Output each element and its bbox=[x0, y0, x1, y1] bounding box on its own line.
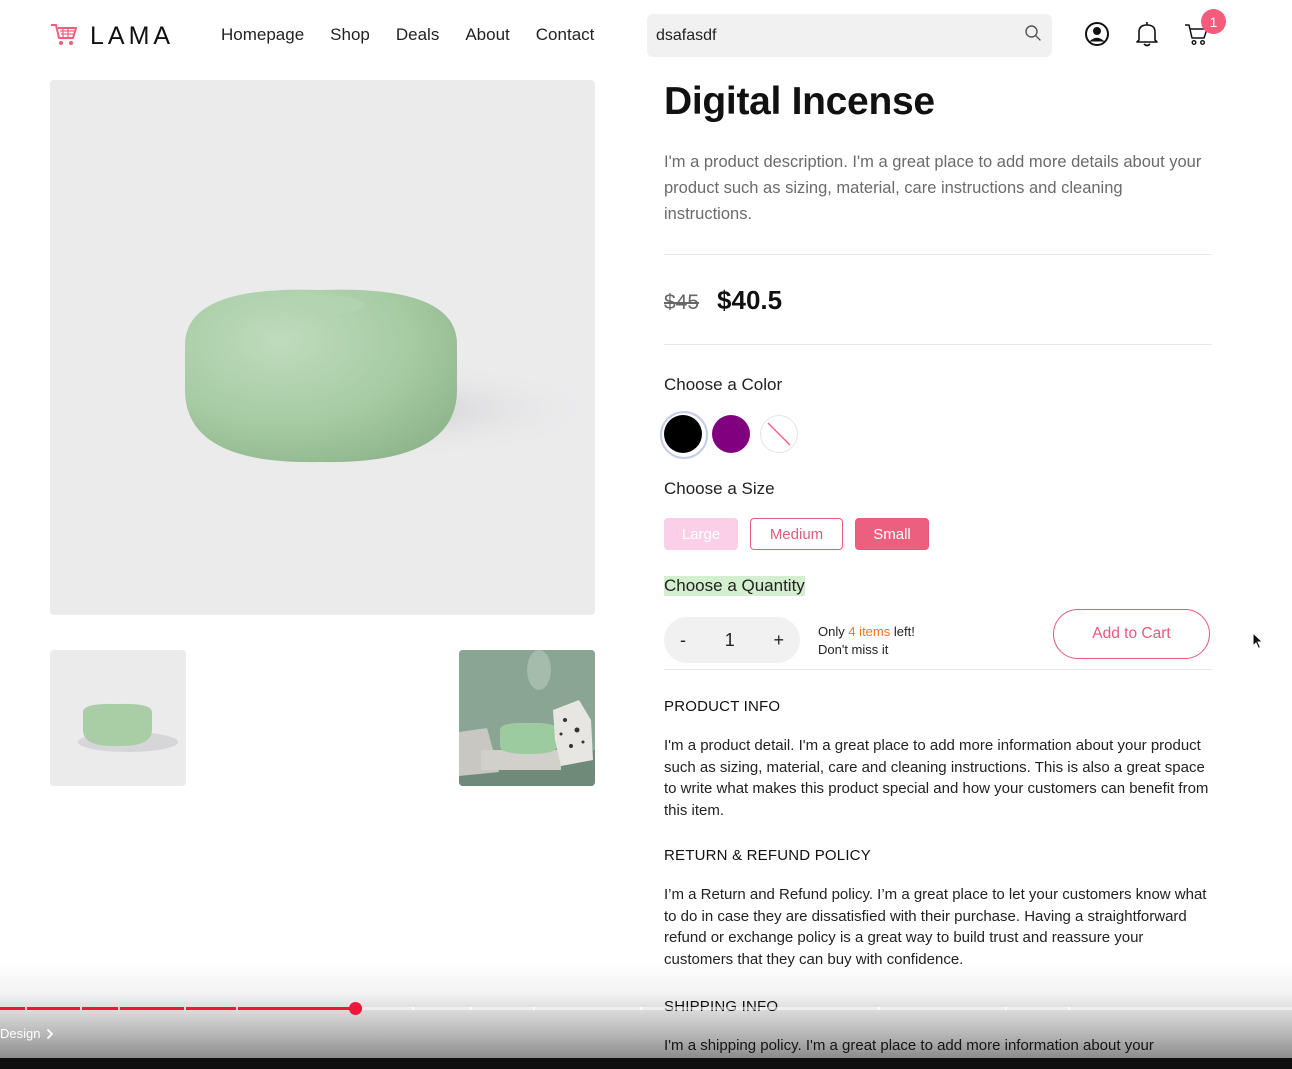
chapter-marker bbox=[80, 1007, 82, 1010]
section-title: RETURN & REFUND POLICY bbox=[664, 847, 871, 864]
header-icons: 1 bbox=[1084, 9, 1226, 53]
color-swatch-purple[interactable] bbox=[712, 415, 750, 453]
current-price: $40.5 bbox=[717, 285, 783, 315]
notification-bell-icon[interactable] bbox=[1134, 20, 1160, 53]
product-title: Digital Incense bbox=[664, 80, 935, 123]
quantity-value: 1 bbox=[724, 629, 735, 650]
product-description: I'm a product description. I'm a great p… bbox=[664, 153, 1202, 223]
price-row: $45 $40.5 bbox=[664, 285, 1212, 316]
nav-shop[interactable]: Shop bbox=[330, 25, 370, 45]
product-details: Digital Incense I'm a product descriptio… bbox=[660, 78, 1212, 1057]
stock-prefix: Only bbox=[818, 624, 849, 639]
stock-urgency-text: Don't miss it bbox=[818, 642, 889, 657]
top-navbar: LAMA Homepage Shop Deals About Contact d… bbox=[0, 0, 1292, 72]
main-nav: Homepage Shop Deals About Contact bbox=[221, 25, 594, 45]
stock-count: 4 items bbox=[848, 624, 891, 639]
chapter-marker bbox=[760, 1007, 762, 1010]
chapter-marker bbox=[412, 1007, 414, 1010]
section-body: I’m a Return and Refund policy. I’m a gr… bbox=[664, 886, 1207, 968]
chapter-marker bbox=[118, 1007, 120, 1010]
nav-deals[interactable]: Deals bbox=[396, 25, 439, 45]
chapter-marker bbox=[1068, 1007, 1070, 1010]
cart-logo-icon bbox=[50, 22, 78, 51]
cart-count-badge: 1 bbox=[1201, 9, 1226, 34]
chapter-marker bbox=[640, 1007, 642, 1010]
profile-icon[interactable] bbox=[1084, 21, 1110, 52]
video-progress-fill bbox=[0, 1007, 355, 1010]
size-large-button[interactable]: Large bbox=[664, 518, 738, 550]
quantity-stepper: - 1 + bbox=[664, 617, 800, 663]
product-thumbnail-1[interactable] bbox=[50, 650, 186, 786]
brand-name: LAMA bbox=[90, 22, 175, 50]
nav-contact[interactable]: Contact bbox=[536, 25, 595, 45]
chapter-marker bbox=[878, 1007, 880, 1010]
section-body: I'm a product detail. I'm a great place … bbox=[664, 737, 1209, 819]
product-main-image[interactable] bbox=[50, 80, 595, 615]
search-bar bbox=[647, 14, 1052, 57]
chapter-marker bbox=[470, 1007, 472, 1010]
decrease-quantity-button[interactable]: - bbox=[680, 630, 686, 651]
quantity-row: - 1 + Only 4 items left! Don't miss it A… bbox=[664, 609, 1212, 669]
nav-about[interactable]: About bbox=[465, 25, 509, 45]
video-scrubber-handle[interactable] bbox=[349, 1002, 362, 1015]
unavailable-slash-icon bbox=[767, 422, 791, 446]
nav-homepage[interactable]: Homepage bbox=[221, 25, 304, 45]
video-chapter-title[interactable]: Design bbox=[0, 1026, 54, 1041]
logo[interactable]: LAMA bbox=[50, 22, 174, 51]
chapter-marker bbox=[236, 1007, 238, 1010]
section-body: I'm a shipping policy. I'm a great place… bbox=[664, 1037, 1154, 1054]
color-label: Choose a Color bbox=[664, 375, 783, 394]
size-label: Choose a Size bbox=[664, 479, 775, 498]
divider bbox=[664, 344, 1212, 345]
size-medium-button[interactable]: Medium bbox=[750, 518, 843, 550]
color-options bbox=[660, 411, 1212, 459]
chapter-marker bbox=[184, 1007, 186, 1010]
video-progress-bar[interactable] bbox=[0, 1002, 1292, 1015]
size-small-button[interactable]: Small bbox=[855, 518, 929, 550]
mouse-cursor-icon bbox=[1252, 632, 1264, 650]
increase-quantity-button[interactable]: + bbox=[773, 630, 784, 651]
chapter-marker bbox=[533, 1007, 535, 1010]
old-price: $45 bbox=[664, 291, 700, 314]
size-options: Large Medium Small bbox=[664, 518, 1212, 550]
stock-suffix: left! bbox=[890, 624, 915, 639]
divider bbox=[664, 669, 1212, 670]
color-swatch-black[interactable] bbox=[660, 411, 708, 459]
product-thumbnail-2[interactable] bbox=[459, 650, 595, 786]
chapter-marker bbox=[1005, 1007, 1007, 1010]
color-swatch-unavailable[interactable] bbox=[760, 415, 798, 453]
divider bbox=[664, 254, 1212, 255]
cart-button[interactable]: 1 bbox=[1184, 9, 1226, 52]
stock-notice: Only 4 items left! Don't miss it bbox=[818, 623, 915, 659]
quantity-label: Choose a Quantity bbox=[664, 576, 805, 596]
chevron-right-icon bbox=[47, 1028, 54, 1039]
section-title: PRODUCT INFO bbox=[664, 698, 781, 715]
chapter-name: Design bbox=[0, 1026, 41, 1041]
add-to-cart-button[interactable]: Add to Cart bbox=[1053, 609, 1210, 659]
search-input[interactable] bbox=[656, 26, 1024, 45]
video-controls-bar bbox=[0, 1058, 1292, 1069]
chapter-marker bbox=[25, 1007, 27, 1010]
search-icon[interactable] bbox=[1024, 24, 1042, 47]
